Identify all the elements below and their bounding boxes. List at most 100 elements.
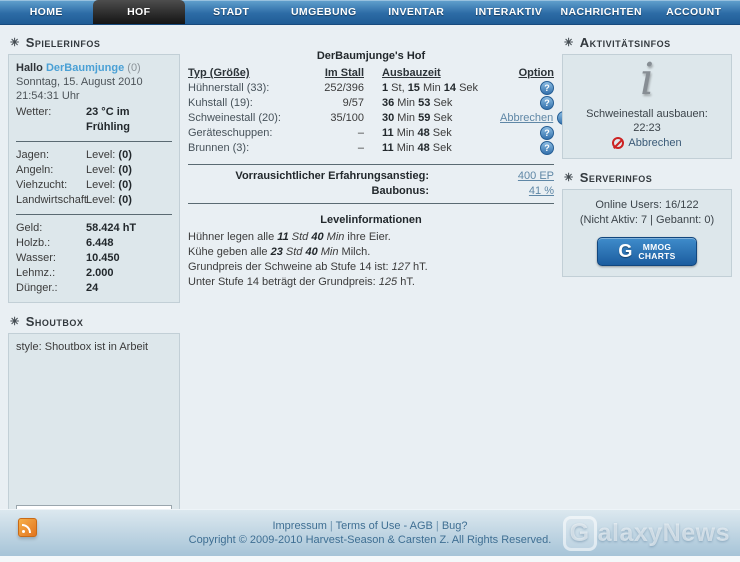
col-header-type[interactable]: Typ (Größe) xyxy=(188,66,310,81)
resource-row: Lehmz.:2.000 xyxy=(16,266,172,281)
footer: Impressum | Terms of Use - AGB | Bug? Co… xyxy=(0,509,740,557)
mmog-label: MMOG CHARTS xyxy=(638,243,675,261)
farm-table-row: Kuhstall (19):9/5736 Min 53 Sek? xyxy=(188,96,554,111)
activity-cancel-link[interactable]: Abbrechen xyxy=(612,137,681,149)
stable-options: ? xyxy=(500,96,554,111)
player-info-panel: Hallo DerBaumjunge (0) Sonntag, 15. Augu… xyxy=(8,54,180,303)
col-header-stock[interactable]: Im Stall xyxy=(310,66,370,81)
resources-list: Geld:58.424 hTHolzb.:6.448Wasser:10.450L… xyxy=(16,221,172,296)
shoutbox-header: ✳ Shoutbox xyxy=(8,309,180,333)
footer-link[interactable]: Bug? xyxy=(442,520,468,532)
activity-cancel-label: Abbrechen xyxy=(628,137,681,149)
skill-row: LandwirtschaftLevel: (0) xyxy=(16,193,172,208)
farm-table-header: Typ (Größe) Im Stall Ausbauzeit Option xyxy=(188,66,554,81)
col-header-time[interactable]: Ausbauzeit xyxy=(370,66,500,81)
shoutbox-title: Shoutbox xyxy=(26,314,84,329)
section-gear-icon: ✳ xyxy=(564,36,574,49)
col-header-option[interactable]: Option xyxy=(500,66,554,81)
galaxynews-logo-text: alaxyNews xyxy=(598,519,730,547)
nav-tab-hof[interactable]: HOF xyxy=(93,0,186,24)
mmog-charts-button[interactable]: G MMOG CHARTS xyxy=(597,237,697,266)
ep-link[interactable]: 400 EP xyxy=(499,169,554,184)
nav-tab-nachrichten[interactable]: NACHRICHTEN xyxy=(555,0,648,24)
levelinfo-title: Levelinformationen xyxy=(188,214,554,226)
activity-panel: i Schweinestall ausbauen: 22:23 Abbreche… xyxy=(562,54,732,159)
summary-row-bonus: Baubonus: 41 % xyxy=(188,184,554,199)
online-users-detail: (Nicht Aktiv: 7 | Gebannt: 0) xyxy=(567,213,727,228)
server-panel: Online Users: 16/122 (Nicht Aktiv: 7 | G… xyxy=(562,189,732,277)
level-info-line: Unter Stufe 14 beträgt der Grundpreis: 1… xyxy=(188,275,554,290)
skills-list: Jagen:Level: (0)Angeln:Level: (0)Viehzuc… xyxy=(16,148,172,208)
stable-stock: – xyxy=(310,141,370,156)
summary-block: Vorrausichtlicher Erfahrungsanstieg: 400… xyxy=(188,164,554,204)
username-suffix: (0) xyxy=(127,62,140,74)
galaxynews-logo[interactable]: GalaxyNews xyxy=(563,516,730,551)
skill-row: Viehzucht:Level: (0) xyxy=(16,178,172,193)
nav-tab-interaktiv[interactable]: INTERAKTIV xyxy=(463,0,556,24)
info-icon: i xyxy=(570,57,724,103)
username-link[interactable]: DerBaumjunge xyxy=(46,62,124,74)
galaxynews-g-icon: G xyxy=(563,516,597,551)
footer-link[interactable]: Terms of Use - AGB xyxy=(336,520,433,532)
footer-link[interactable]: Impressum xyxy=(272,520,326,532)
right-column: ✳ Aktivitätsinfos i Schweinestall ausbau… xyxy=(562,30,732,277)
resource-row: Dünger.:24 xyxy=(16,281,172,296)
ep-label: Vorrausichtlicher Erfahrungsanstieg: xyxy=(188,169,499,184)
serverinfos-title: Serverinfos xyxy=(580,170,653,185)
divider xyxy=(16,214,172,215)
help-icon[interactable]: ? xyxy=(540,141,554,155)
weather-value: 23 °C im Frühling xyxy=(86,105,172,135)
weather-row: Wetter: 23 °C im Frühling xyxy=(16,105,172,135)
stable-name: Hühnerstall (33): xyxy=(188,81,310,96)
help-icon[interactable]: ? xyxy=(540,96,554,110)
levelinfo-lines: Hühner legen alle 11 Std 40 Min ihre Eie… xyxy=(188,230,554,290)
help-icon[interactable]: ? xyxy=(540,81,554,95)
weather-label: Wetter: xyxy=(16,105,86,135)
skill-row: Angeln:Level: (0) xyxy=(16,163,172,178)
baubonus-link[interactable]: 41 % xyxy=(499,184,554,199)
nav-tab-stadt[interactable]: STADT xyxy=(185,0,278,24)
nav-tab-home[interactable]: HOME xyxy=(0,0,93,24)
resource-row: Wasser:10.450 xyxy=(16,251,172,266)
level-info-line: Grundpreis der Schweine ab Stufe 14 ist:… xyxy=(188,260,554,275)
greeting-prefix: Hallo xyxy=(16,62,43,74)
farm-table-row: Schweinestall (20):35/10030 Min 59 SekAb… xyxy=(188,111,554,126)
level-info-line: Kühe geben alle 23 Std 40 Min Milch. xyxy=(188,245,554,260)
nav-tab-account[interactable]: ACCOUNT xyxy=(648,0,740,24)
skill-row: Jagen:Level: (0) xyxy=(16,148,172,163)
activity-countdown: 22:23 xyxy=(570,121,724,135)
section-gear-icon: ✳ xyxy=(10,36,20,49)
stable-stock: 9/57 xyxy=(310,96,370,111)
mmog-line2: CHARTS xyxy=(638,251,675,261)
stable-time: 30 Min 59 Sek xyxy=(370,111,500,126)
farm-title: DerBaumjunge's Hof xyxy=(188,50,554,62)
help-icon[interactable]: ? xyxy=(540,126,554,140)
nav-tab-inventar[interactable]: INVENTAR xyxy=(370,0,463,24)
stable-time: 11 Min 48 Sek xyxy=(370,141,500,156)
stable-stock: – xyxy=(310,126,370,141)
stable-name: Brunnen (3): xyxy=(188,141,310,156)
main-nav: HOMEHOFSTADTUMGEBUNGINVENTARINTERAKTIVNA… xyxy=(0,0,740,25)
stable-cancel-link[interactable]: Abbrechen xyxy=(500,112,553,124)
page: HOMEHOFSTADTUMGEBUNGINVENTARINTERAKTIVNA… xyxy=(0,0,740,562)
activity-task: Schweinestall ausbauen: xyxy=(570,107,724,121)
resource-row: Geld:58.424 hT xyxy=(16,221,172,236)
online-users: Online Users: 16/122 xyxy=(567,198,727,213)
left-column: ✳ Spielerinfos Hallo DerBaumjunge (0) So… xyxy=(8,30,180,552)
stable-stock: 35/100 xyxy=(310,111,370,126)
level-info-line: Hühner legen alle 11 Std 40 Min ihre Eie… xyxy=(188,230,554,245)
stable-time: 1 St, 15 Min 14 Sek xyxy=(370,81,500,96)
divider xyxy=(16,141,172,142)
aktivitaetsinfos-title: Aktivitätsinfos xyxy=(580,35,671,50)
stable-time: 11 Min 48 Sek xyxy=(370,126,500,141)
nav-tab-umgebung[interactable]: UMGEBUNG xyxy=(278,0,371,24)
bottom-strip xyxy=(0,556,740,562)
stable-name: Schweinestall (20): xyxy=(188,111,310,126)
center-column: DerBaumjunge's Hof Typ (Größe) Im Stall … xyxy=(188,50,554,290)
spielerinfos-title: Spielerinfos xyxy=(26,35,101,50)
greeting: Hallo DerBaumjunge (0) xyxy=(16,61,172,75)
stable-options: ? xyxy=(500,141,554,156)
resource-row: Holzb.:6.448 xyxy=(16,236,172,251)
serverinfos-header: ✳ Serverinfos xyxy=(562,165,732,189)
stable-options: ? xyxy=(500,126,554,141)
